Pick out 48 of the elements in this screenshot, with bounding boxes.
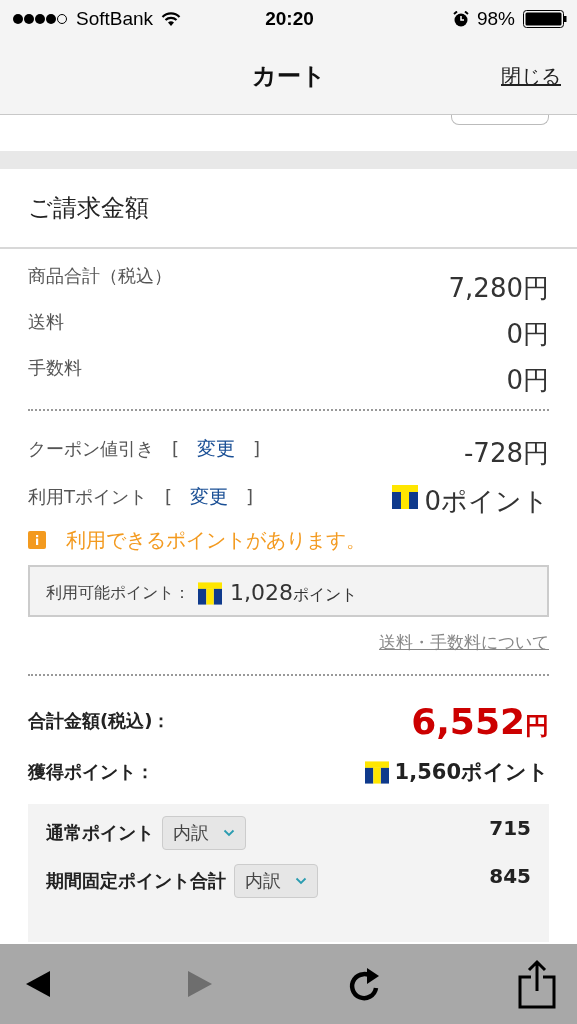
clock: 20:20 (265, 8, 314, 30)
t-point-icon (392, 485, 419, 509)
available-label: 利用可能ポイント： (46, 582, 190, 604)
page-title: カート (251, 61, 326, 92)
change-link[interactable]: 変更 (197, 436, 236, 462)
points-value: 715 (489, 816, 531, 840)
t-point-icon (198, 581, 222, 605)
total-label: 合計金額(税込)： (28, 709, 171, 733)
bracket: [ (172, 437, 180, 462)
t-point-icon (364, 760, 389, 784)
points-value: 845 (489, 864, 531, 888)
charge-label: 送料 (28, 310, 64, 334)
bracket: [ (165, 485, 173, 510)
battery-percent: 98% (476, 8, 515, 30)
section-title: ご請求金額 (28, 193, 149, 224)
charge-amount: 7,280円 (448, 272, 549, 305)
chevron-icon (295, 877, 307, 885)
points-label: 期間固定ポイント合計 (46, 869, 226, 893)
bracket: ] (246, 485, 254, 510)
bracket: ] (253, 437, 261, 462)
charge-amount: 0円 (506, 364, 549, 397)
charge-label: 商品合計（税込） (28, 264, 172, 288)
breakdown-dropdown[interactable]: 内訳 (234, 864, 318, 898)
earned-label: 獲得ポイント： (28, 760, 154, 784)
total-amount: 6,552 円 (411, 700, 549, 742)
chevron-icon (223, 829, 235, 837)
discount-label: クーポン値引き (28, 437, 154, 462)
discount-label: 利用Tポイント (28, 485, 147, 510)
earned-points: 1,560ポイント (394, 759, 549, 786)
change-link[interactable]: 変更 (190, 484, 229, 510)
signal-icon (12, 13, 68, 25)
fees-link[interactable]: 送料・手数料について (379, 631, 549, 654)
charge-amount: 0円 (506, 318, 549, 351)
discount-amount: -728円 (464, 436, 549, 470)
notice-text: 利用できるポイントがあります。 (66, 526, 366, 554)
info-icon (28, 531, 46, 549)
close-link[interactable]: 閉じる (501, 62, 561, 90)
breakdown-dropdown[interactable]: 内訳 (162, 816, 246, 850)
back-button[interactable] (24, 969, 52, 999)
carrier: SoftBank (76, 8, 154, 30)
share-button[interactable] (516, 959, 557, 1009)
battery-icon (523, 10, 567, 28)
charge-label: 手数料 (28, 356, 82, 380)
points-label: 通常ポイント (46, 821, 154, 845)
alarm-icon (452, 11, 469, 27)
available-amount: 1,028ポイント (230, 580, 357, 606)
wifi-icon (161, 11, 182, 27)
discount-amount: 0ポイント (424, 484, 549, 518)
